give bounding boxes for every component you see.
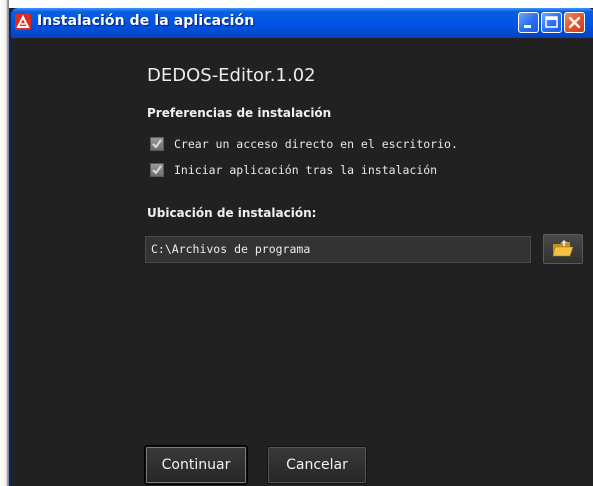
option-label: Crear un acceso directo en el escritorio… bbox=[174, 137, 458, 151]
adobe-air-icon bbox=[15, 14, 31, 30]
close-icon bbox=[568, 16, 581, 29]
continue-button[interactable]: Continuar bbox=[145, 446, 247, 484]
option-desktop-shortcut[interactable]: Crear un acceso directo en el escritorio… bbox=[150, 136, 458, 152]
option-label: Iniciar aplicación tras la instalación bbox=[174, 163, 438, 177]
checkbox-launch-after-install[interactable] bbox=[150, 163, 164, 177]
screen: Instalación de la aplicación DEDOS-Edito… bbox=[0, 0, 593, 486]
maximize-button[interactable] bbox=[541, 12, 562, 33]
preferences-heading: Preferencias de instalación bbox=[147, 106, 332, 120]
maximize-icon bbox=[545, 16, 558, 28]
install-path-input[interactable]: C:\Archivos de programa bbox=[145, 236, 531, 263]
installer-window: Instalación de la aplicación DEDOS-Edito… bbox=[9, 8, 593, 486]
checkmark-icon bbox=[152, 139, 162, 149]
folder-open-icon bbox=[552, 240, 574, 257]
window-title: Instalación de la aplicación bbox=[37, 13, 255, 29]
option-launch-after-install[interactable]: Iniciar aplicación tras la instalación bbox=[150, 162, 437, 178]
app-name: DEDOS-Editor.1.02 bbox=[147, 65, 316, 86]
close-button[interactable] bbox=[564, 12, 585, 33]
cancel-button[interactable]: Cancelar bbox=[267, 446, 367, 484]
checkmark-icon bbox=[152, 165, 162, 175]
title-bar[interactable]: Instalación de la aplicación bbox=[11, 8, 593, 38]
checkbox-desktop-shortcut[interactable] bbox=[150, 137, 164, 151]
minimize-button[interactable] bbox=[518, 12, 539, 33]
installer-content: DEDOS-Editor.1.02 Preferencias de instal… bbox=[11, 38, 593, 486]
minimize-icon bbox=[524, 25, 531, 28]
browse-folder-button[interactable] bbox=[543, 234, 583, 264]
location-heading: Ubicación de instalación: bbox=[147, 206, 317, 220]
desktop-edge bbox=[0, 0, 9, 486]
